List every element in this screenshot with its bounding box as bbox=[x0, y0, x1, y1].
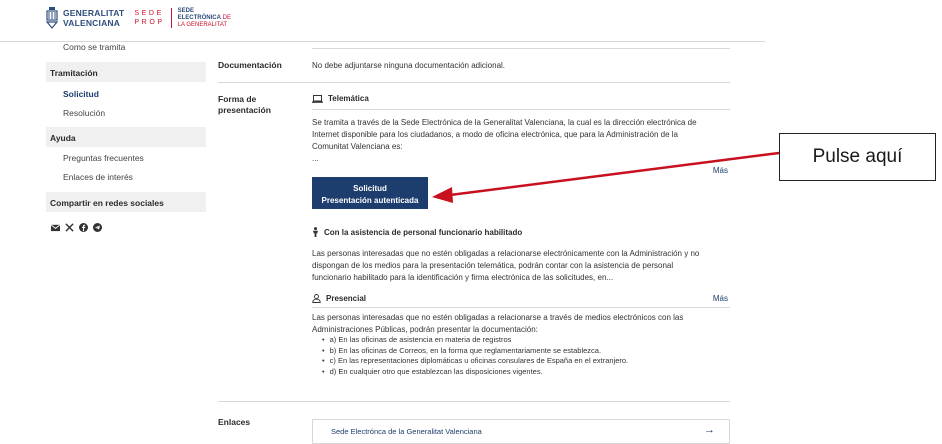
list-item: c) En las representaciones diplomáticas … bbox=[322, 356, 629, 367]
list-item: b) En las oficinas de Correos, en la for… bbox=[322, 346, 628, 357]
logo-line-1: GENERALITAT bbox=[63, 8, 125, 18]
laptop-icon bbox=[312, 94, 323, 103]
elec-line-2a: ELECTRÒNICA bbox=[177, 14, 221, 21]
user-outline-icon bbox=[312, 294, 321, 303]
generalitat-emblem-icon bbox=[46, 7, 58, 29]
telematica-text-line-3: Comunitat Valenciana es: bbox=[312, 142, 403, 151]
telematica-text: Se tramita a través de la Sede Electróni… bbox=[312, 117, 697, 165]
telematica-ellipsis: ... bbox=[312, 154, 319, 163]
sidebar-section-tramitacion[interactable]: Tramitación bbox=[46, 62, 206, 82]
presencial-heading: Presencial bbox=[312, 294, 366, 303]
sede-electronica-link[interactable]: Sede Electrónca de la Generalitat Valenc… bbox=[312, 419, 730, 444]
social-icons bbox=[51, 223, 102, 232]
button-label-line-2: Presentación autenticada bbox=[321, 196, 419, 205]
button-label-line-1: Solicitud bbox=[353, 184, 387, 193]
sidebar-item-preguntas-frecuentes[interactable]: Preguntas frecuentes bbox=[63, 153, 144, 163]
logo-divider bbox=[170, 8, 172, 28]
forma-label-line-1: Forma de bbox=[218, 94, 257, 104]
presencial-text-line-1: Las personas interesadas que no estén ob… bbox=[312, 313, 684, 322]
sidebar-item-enlaces-de-interes[interactable]: Enlaces de interés bbox=[63, 172, 133, 182]
sidebar-item-solicitud[interactable]: Solicitud bbox=[63, 89, 99, 99]
enlaces-label: Enlaces bbox=[218, 417, 251, 427]
forma-label-line-2: presentación bbox=[218, 105, 271, 115]
solicitud-presentacion-autenticada-button[interactable]: Solicitud Presentación autenticada bbox=[312, 177, 428, 209]
telematica-title: Telemática bbox=[328, 94, 369, 103]
asistencia-text-line-3: funcionario habilitado para la identific… bbox=[312, 273, 614, 282]
x-icon[interactable] bbox=[65, 223, 74, 232]
facebook-icon[interactable] bbox=[79, 223, 88, 232]
divider bbox=[312, 48, 730, 49]
asistencia-text-line-1: Las personas interesadas que no estén ob… bbox=[312, 249, 700, 258]
generalitat-logo[interactable]: GENERALITAT VALENCIANA SEDE PROP SEDE EL… bbox=[46, 7, 231, 29]
elec-line-1: SEDE bbox=[177, 7, 194, 14]
divider bbox=[218, 82, 730, 83]
forma-presentacion-label: Forma de presentación bbox=[218, 94, 271, 116]
sidebar-item-resolucion[interactable]: Resolución bbox=[63, 108, 105, 118]
divider bbox=[312, 109, 730, 110]
asistencia-heading: Con la asistencia de personal funcionari… bbox=[312, 227, 522, 237]
list-item: d) En cualquier otro que establezcan las… bbox=[322, 367, 628, 378]
documentacion-label: Documentación bbox=[218, 60, 282, 70]
sidebar-section-compartir: Compartir en redes sociales bbox=[46, 192, 206, 212]
arrow-right-icon: → bbox=[704, 424, 715, 436]
presencial-text: Las personas interesadas que no estén ob… bbox=[312, 312, 683, 336]
telegram-icon[interactable] bbox=[93, 223, 102, 232]
site-header: GENERALITAT VALENCIANA SEDE PROP SEDE EL… bbox=[0, 0, 765, 42]
sede-line-2: PROP bbox=[134, 19, 165, 26]
documentacion-text: No debe adjuntarse ninguna documentación… bbox=[312, 61, 506, 70]
asistencia-title: Con la asistencia de personal funcionari… bbox=[324, 227, 523, 237]
asistencia-text: Las personas interesadas que no estén ob… bbox=[312, 248, 699, 284]
sidebar-item-como-se-tramita[interactable]: Como se tramita bbox=[63, 42, 125, 52]
logo-line-2: VALENCIANA bbox=[63, 18, 121, 28]
elec-line-3: LA GENERALITAT bbox=[177, 21, 228, 28]
presencial-bullet-list: a) En las oficinas de asistencia en mate… bbox=[322, 335, 629, 378]
person-icon bbox=[313, 227, 318, 237]
divider bbox=[218, 401, 730, 402]
presencial-title: Presencial bbox=[326, 294, 367, 303]
elec-line-2b: DE bbox=[222, 14, 231, 21]
pulse-aqui-callout: Pulse aquí bbox=[779, 133, 936, 181]
sidebar-section-ayuda[interactable]: Ayuda bbox=[46, 127, 206, 147]
email-icon[interactable] bbox=[51, 223, 60, 232]
telematica-heading: Telemática bbox=[312, 94, 369, 103]
telematica-text-line-2: Internet disponible para los ciudadanos,… bbox=[312, 130, 679, 139]
divider bbox=[312, 307, 730, 308]
sede-line-1: SEDE bbox=[134, 10, 164, 17]
presencial-more-link[interactable]: Más bbox=[713, 294, 728, 303]
sede-electronica-link-text: Sede Electrónca de la Generalitat Valenc… bbox=[331, 427, 482, 436]
asistencia-text-line-2: dispongan de los medios para la presenta… bbox=[312, 261, 674, 270]
telematica-more-link[interactable]: Más bbox=[713, 166, 728, 175]
telematica-text-line-1: Se tramita a través de la Sede Electróni… bbox=[312, 118, 697, 127]
list-item: a) En las oficinas de asistencia en mate… bbox=[322, 335, 628, 346]
